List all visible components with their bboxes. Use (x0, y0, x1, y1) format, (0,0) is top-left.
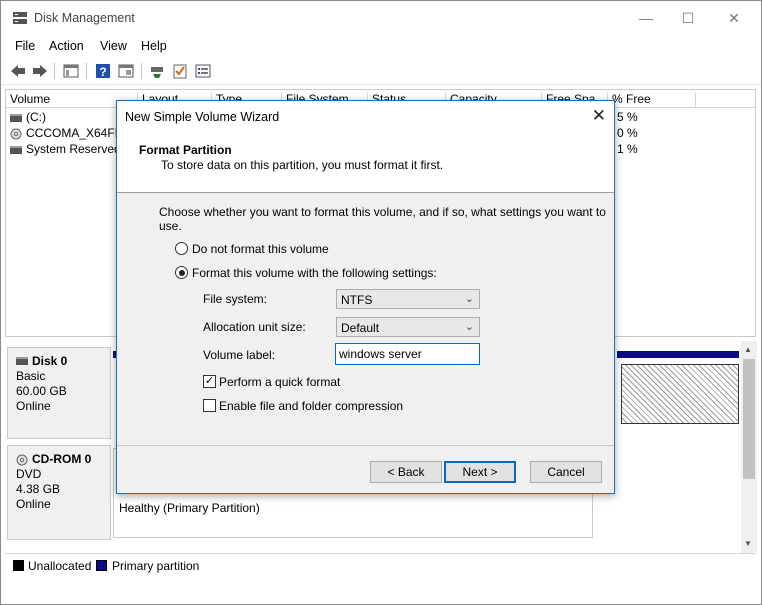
next-button[interactable]: Next > (444, 461, 516, 483)
format-radio[interactable] (175, 266, 188, 279)
drive-icon (10, 145, 22, 154)
properties-icon[interactable] (117, 62, 135, 80)
title-bar: Disk Management — ☐ ✕ (1, 1, 761, 35)
menu-help[interactable]: Help (141, 39, 167, 53)
menu-bar: File Action View Help (1, 35, 761, 57)
file-system-label: File system: (203, 292, 268, 306)
instruction-text: Choose whether you want to format this v… (159, 205, 606, 233)
primary-partition-swatch (96, 560, 107, 571)
chevron-down-icon: ⌄ (464, 293, 474, 305)
toolbar-separator (86, 63, 87, 79)
chevron-down-icon: ⌄ (464, 321, 474, 333)
minimize-button[interactable]: — (623, 1, 669, 35)
connect-icon[interactable] (148, 62, 166, 80)
close-button[interactable]: ✕ (711, 1, 757, 35)
disk-0-selected-partition[interactable] (621, 364, 739, 424)
disk-status: Online (16, 497, 51, 511)
disk-type: DVD (16, 467, 42, 481)
legend: Unallocated Primary partition (5, 553, 756, 577)
new-simple-volume-wizard: New Simple Volume Wizard ✕ Format Partit… (116, 100, 615, 494)
disk-size: 60.00 GB (16, 384, 67, 398)
table-row[interactable]: System Reserved (10, 142, 121, 158)
allocation-unit-value: Default (341, 321, 380, 335)
disk-icon (16, 357, 28, 365)
compression-label[interactable]: Enable file and folder compression (219, 399, 403, 413)
volume-label-input[interactable] (335, 343, 480, 365)
volume-name: System Reserved (26, 142, 121, 156)
page-subtitle: To store data on this partition, you mus… (161, 158, 444, 172)
volume-label-label: Volume label: (203, 348, 276, 362)
allocation-unit-select[interactable]: Default ⌄ (336, 317, 480, 337)
toolbar: ? (1, 58, 761, 85)
partition-bar (617, 351, 739, 358)
disk-status: Online (16, 399, 51, 413)
no-format-label[interactable]: Do not format this volume (192, 242, 329, 256)
list-icon[interactable] (194, 62, 212, 80)
format-label[interactable]: Format this volume with the following se… (192, 266, 437, 280)
help-icon[interactable]: ? (94, 62, 112, 80)
wizard-title: New Simple Volume Wizard (125, 110, 280, 124)
check-icon[interactable] (171, 62, 189, 80)
percent-free-value: 0 % (617, 126, 638, 140)
window-title: Disk Management (34, 11, 135, 25)
legend-unallocated: Unallocated (28, 559, 92, 573)
compression-checkbox[interactable] (203, 399, 216, 412)
disk-type: Basic (16, 369, 46, 383)
toolbar-separator (141, 63, 142, 79)
allocation-unit-label: Allocation unit size: (203, 320, 306, 334)
file-system-select[interactable]: NTFS ⌄ (336, 289, 480, 309)
quick-format-checkbox[interactable]: ✓ (203, 375, 216, 388)
drive-icon (10, 113, 22, 122)
scroll-down-icon[interactable]: ▼ (744, 539, 752, 548)
table-row[interactable]: CCCOMA_X64FR (10, 126, 123, 142)
back-button[interactable]: < Back (370, 461, 442, 483)
quick-format-label[interactable]: Perform a quick format (219, 375, 340, 389)
cd-rom-0-label[interactable]: CD-ROM 0 DVD 4.38 GB Online (7, 445, 111, 540)
disk-management-icon (13, 12, 27, 24)
disk-size: 4.38 GB (16, 482, 61, 496)
column-percent-free[interactable]: % Free (608, 92, 696, 108)
legend-primary-partition: Primary partition (112, 559, 200, 573)
disk-0-label[interactable]: Disk 0 Basic 60.00 GB Online (7, 347, 111, 439)
cancel-button[interactable]: Cancel (530, 461, 602, 483)
wizard-title-bar: New Simple Volume Wizard ✕ (117, 101, 614, 131)
wizard-header: Format Partition To store data on this p… (117, 131, 614, 193)
wizard-close-button[interactable]: ✕ (592, 106, 606, 126)
table-row[interactable]: (C:) (10, 110, 46, 126)
toolbar-separator (54, 63, 55, 79)
dvd-icon (16, 454, 28, 466)
disk-name: Disk 0 (32, 354, 68, 368)
menu-file[interactable]: File (15, 39, 35, 53)
svg-text:?: ? (99, 65, 106, 79)
menu-view[interactable]: View (100, 39, 127, 53)
console-tree-icon[interactable] (62, 62, 80, 80)
dvd-icon (10, 128, 22, 140)
back-icon[interactable] (9, 62, 27, 80)
percent-free-value: 5 % (617, 110, 638, 124)
partition-status: Healthy (Primary Partition) (119, 501, 260, 515)
wizard-separator (117, 445, 614, 446)
volume-name: CCCOMA_X64FR (26, 126, 124, 140)
forward-icon[interactable] (31, 62, 49, 80)
menu-action[interactable]: Action (49, 39, 84, 53)
page-title: Format Partition (139, 143, 232, 157)
unallocated-swatch (13, 560, 24, 571)
scrollbar-thumb[interactable] (743, 359, 755, 479)
percent-free-value: 1 % (617, 142, 638, 156)
maximize-button[interactable]: ☐ (665, 1, 711, 35)
file-system-value: NTFS (341, 293, 373, 307)
volume-name: (C:) (26, 110, 46, 124)
disk-name: CD-ROM 0 (32, 452, 92, 466)
scroll-up-icon[interactable]: ▲ (744, 345, 752, 354)
vertical-scrollbar[interactable]: ▲ ▼ (741, 341, 757, 553)
no-format-radio[interactable] (175, 242, 188, 255)
